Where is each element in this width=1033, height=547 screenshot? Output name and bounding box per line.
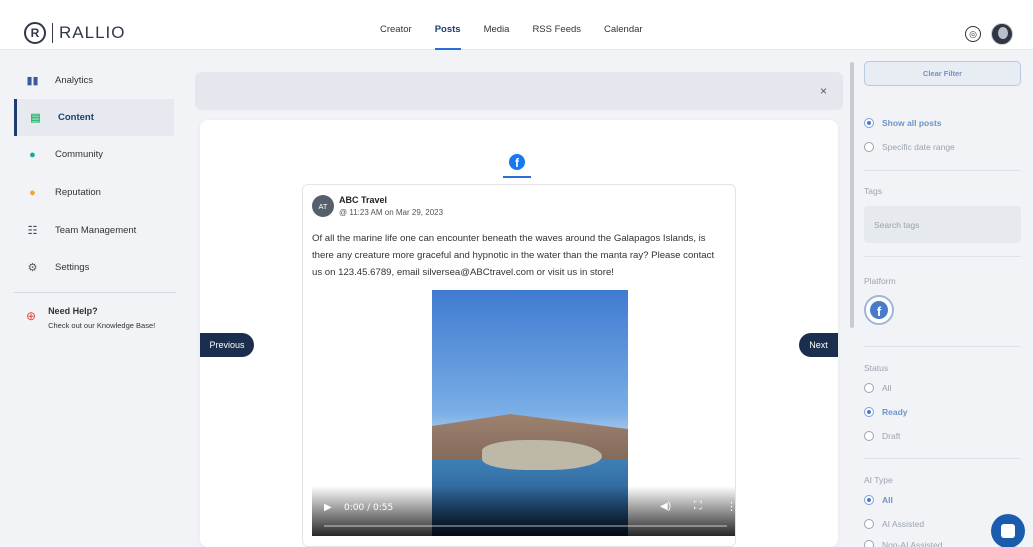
tags-label: Tags <box>864 186 882 196</box>
facebook-icon: f <box>509 154 525 170</box>
panel-divider <box>864 170 1021 171</box>
radio-non-ai-assisted[interactable]: Non-AI Assisted <box>864 540 942 547</box>
support-icon[interactable]: ◎ <box>965 26 981 42</box>
radio-show-all-posts[interactable]: Show all posts <box>864 118 942 128</box>
next-button[interactable]: Next <box>799 333 838 357</box>
rallio-logo-mark: R <box>24 22 46 44</box>
sidebar-item-label: Reputation <box>55 187 101 198</box>
sidebar-item-label: Team Management <box>55 225 137 236</box>
user-avatar[interactable] <box>991 23 1013 45</box>
radio-indicator <box>864 407 874 417</box>
radio-indicator <box>864 540 874 547</box>
sidebar-item-settings[interactable]: ⚙ Settings <box>14 249 174 286</box>
radio-label: All <box>882 383 892 393</box>
panel-divider <box>864 458 1021 459</box>
fullscreen-icon[interactable]: ⛶ <box>694 500 702 513</box>
radio-label: Non-AI Assisted <box>882 540 943 547</box>
radio-indicator <box>864 519 874 529</box>
radio-label: All <box>882 495 893 505</box>
post-preview-modal: f AT ABC Travel @ 11:23 AM on Mar 29, 20… <box>200 120 838 547</box>
scrollbar[interactable] <box>850 62 854 328</box>
status-label: Status <box>864 363 889 373</box>
sidebar-item-label: Community <box>55 149 104 160</box>
sidebar-item-label: Settings <box>55 262 90 273</box>
radio-status-ready[interactable]: Ready <box>864 407 908 417</box>
tags-search-input[interactable] <box>864 206 1021 243</box>
gear-icon: ⚙ <box>27 262 38 274</box>
top-bar: R RALLIO Creator Posts Media RSS Feeds C… <box>0 0 1033 50</box>
post-text: Of all the marine life one can encounter… <box>312 233 715 278</box>
sidebar-item-content[interactable]: ▤ Content <box>14 99 174 136</box>
clear-filter-button[interactable]: Clear Filter <box>864 61 1021 86</box>
volume-icon[interactable]: ◀) <box>660 501 671 512</box>
video-progress-track[interactable] <box>324 525 727 527</box>
community-icon: ● <box>29 148 36 161</box>
post-author-name: ABC Travel <box>339 195 388 205</box>
previous-button[interactable]: Previous <box>200 333 254 357</box>
help-subtitle: Check out our Knowledge Base! <box>48 321 156 330</box>
facebook-icon: f <box>870 301 888 319</box>
radio-label: Specific date range <box>882 142 955 152</box>
radio-label: Show all posts <box>882 118 942 128</box>
analytics-icon: ▮▮ <box>26 75 39 87</box>
tab-facebook[interactable]: f <box>503 154 531 178</box>
radio-ai-all[interactable]: All <box>864 495 893 505</box>
platform-facebook-toggle[interactable]: f <box>864 295 894 325</box>
post-video[interactable]: ▶ 0:00 / 0:55 ◀) ⛶ ⋮ <box>312 290 735 536</box>
radio-indicator <box>864 431 874 441</box>
filter-panel: Clear Filter Show all posts Specific dat… <box>864 60 1033 547</box>
post-card: AT ABC Travel @ 11:23 AM on Mar 29, 2023… <box>302 184 736 547</box>
radio-status-draft[interactable]: Draft <box>864 431 900 441</box>
radio-label: Draft <box>882 431 901 441</box>
radio-label: Ready <box>882 407 908 417</box>
help-title: Need Help? <box>48 306 98 316</box>
radio-indicator <box>864 118 874 128</box>
nav-rss-feeds[interactable]: RSS Feeds <box>532 24 581 50</box>
sidebar-divider <box>14 292 176 293</box>
content-icon: ▤ <box>30 112 41 124</box>
chat-icon <box>1001 524 1015 538</box>
more-options-icon[interactable]: ⋮ <box>726 500 735 513</box>
radio-indicator <box>864 495 874 505</box>
nav-media[interactable]: Media <box>484 24 510 50</box>
video-controls: ▶ 0:00 / 0:55 ◀) ⛶ ⋮ <box>312 486 735 536</box>
top-nav: Creator Posts Media RSS Feeds Calendar <box>380 24 643 50</box>
sidebar-item-reputation[interactable]: ● Reputation <box>14 174 174 211</box>
rallio-logo[interactable]: R RALLIO <box>24 22 125 44</box>
rallio-logo-text: RALLIO <box>59 23 126 42</box>
panel-divider <box>864 256 1021 257</box>
nav-posts[interactable]: Posts <box>434 24 461 50</box>
play-icon[interactable]: ▶ <box>324 502 332 513</box>
help-link[interactable]: ⊕ Need Help? Check out our Knowledge Bas… <box>26 306 155 330</box>
post-timestamp: @ 11:23 AM on Mar 29, 2023 <box>339 208 444 217</box>
chat-support-button[interactable] <box>991 514 1025 547</box>
reputation-icon: ● <box>29 186 36 199</box>
sidebar-item-community[interactable]: ● Community <box>14 136 174 173</box>
radio-ai-assisted[interactable]: AI Assisted <box>864 519 924 529</box>
close-icon[interactable]: × <box>820 84 827 98</box>
radio-indicator <box>864 383 874 393</box>
sidebar-item-team-management[interactable]: ☷ Team Management <box>14 212 174 249</box>
logo-separator <box>52 23 53 43</box>
sidebar-item-label: Analytics <box>55 75 94 86</box>
applied-filter-strip <box>195 72 843 110</box>
video-boat <box>482 440 602 470</box>
radio-indicator <box>864 142 874 152</box>
radio-label: AI Assisted <box>882 519 925 529</box>
left-sidebar: ▮▮ Analytics ▤ Content ● Community ● Rep… <box>4 60 176 547</box>
platform-label: Platform <box>864 276 896 286</box>
ai-type-label: AI Type <box>864 475 893 485</box>
header-icons: ◎ <box>965 23 1013 45</box>
panel-divider <box>864 346 1021 347</box>
post-author-avatar: AT <box>312 195 334 217</box>
radio-status-all[interactable]: All <box>864 383 891 393</box>
team-management-icon: ☷ <box>27 225 38 237</box>
sidebar-item-label: Content <box>58 112 94 123</box>
nav-creator[interactable]: Creator <box>380 24 412 50</box>
sidebar-item-analytics[interactable]: ▮▮ Analytics <box>14 62 174 99</box>
radio-specific-date-range[interactable]: Specific date range <box>864 142 955 152</box>
lifebuoy-icon: ⊕ <box>26 309 37 323</box>
video-time: 0:00 / 0:55 <box>344 503 394 513</box>
nav-calendar[interactable]: Calendar <box>604 24 643 50</box>
